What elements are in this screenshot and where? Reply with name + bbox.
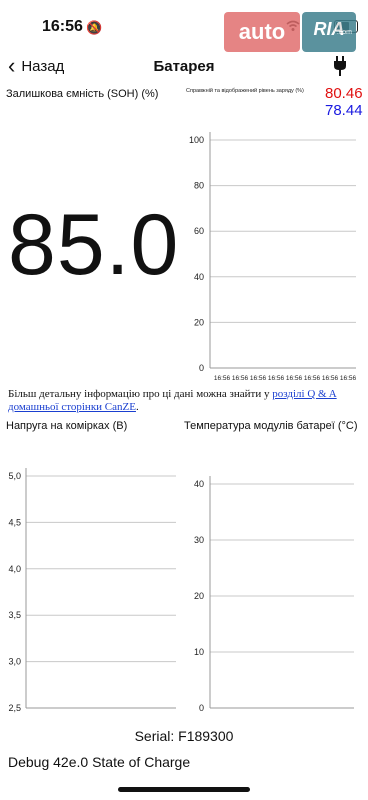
cell-voltage-chart-y-tick-label: 4,5 — [8, 517, 21, 527]
cell-voltage-chart: 2,5 3,0 3,5 4,0 4,5 5,0 — [8, 468, 176, 713]
silent-bell-icon: 🔕 — [86, 20, 103, 35]
charge-chart-x-tick-label: 16:56 — [214, 375, 231, 382]
serial-number: Serial: F189300 — [134, 728, 234, 744]
soh-label: Залишкова ємність (SOH) (%) — [6, 88, 159, 100]
page-title: Батарея — [153, 58, 215, 75]
info-text: Більш детальну інформацію про ці дані мо… — [8, 388, 273, 400]
charge-chart-y-tick-label: 60 — [194, 226, 204, 236]
module-temp-chart-y-tick-label: 30 — [194, 535, 204, 545]
charge-chart-x-tick-label: 16:56 — [304, 375, 321, 382]
displayed-charge-value: 78.44 — [325, 102, 363, 119]
cell-voltage-chart-y-tick-label: 3,0 — [8, 657, 21, 667]
charge-chart-y-tick-label: 40 — [194, 272, 204, 282]
charge-chart-title: Справжній та відображений рівень заряду … — [186, 88, 304, 94]
cell-voltage-chart-y-tick-label: 5,0 — [8, 471, 21, 481]
charge-chart-x-tick-label: 16:56 — [322, 375, 339, 382]
home-indicator[interactable] — [118, 787, 250, 792]
real-charge-value: 80.46 — [325, 85, 363, 102]
info-suffix: . — [135, 401, 139, 413]
module-temp-chart: 0 10 20 30 40 — [194, 476, 354, 713]
charge-chart-x-tick-label: 16:56 — [232, 375, 249, 382]
debug-text: Debug 42e.0 State of Charge — [8, 754, 191, 770]
watermark-auto-logo: auto — [224, 12, 300, 52]
module-temp-chart-y-tick-label: 0 — [199, 703, 204, 713]
cell-voltage-chart-y-tick-label: 2,5 — [8, 703, 21, 713]
charge-chart-y-tick-label: 0 — [199, 363, 204, 373]
charge-chart: 02040608010016:56 16:56 16:56 16:56 16:56 16:… — [189, 132, 357, 382]
info-paragraph: Більш детальну інформацію про ці дані мо… — [8, 388, 348, 414]
charge-chart-x-tick-label: 16:56 — [250, 375, 267, 382]
charge-chart-x-tick-label: 16:56 — [268, 375, 285, 382]
status-time: 16:56 — [42, 18, 83, 35]
module-temp-label: Температура модулів батареї (°C) — [184, 420, 358, 432]
watermark-ria-domain: .com — [336, 29, 352, 36]
charge-chart-y-tick-label: 80 — [194, 181, 204, 191]
charge-chart-x-tick-label: 16:56 — [286, 375, 303, 382]
cell-voltage-chart-y-tick-label: 4,0 — [8, 564, 21, 574]
cell-voltage-chart-y-tick-label: 3,5 — [8, 610, 21, 620]
cell-voltage-label: Напруга на комірках (В) — [6, 420, 128, 432]
charge-chart-y-tick-label: 20 — [194, 317, 204, 327]
module-temp-chart-y-tick-label: 40 — [194, 479, 204, 489]
soh-value: 85.0 — [8, 197, 180, 293]
plug-icon[interactable] — [332, 56, 348, 76]
charge-chart-y-tick-label: 100 — [189, 135, 204, 145]
module-temp-chart-y-tick-label: 20 — [194, 591, 204, 601]
charge-chart-x-tick-label: 16:56 — [340, 375, 357, 382]
watermark-ria-logo: RIA .com — [302, 12, 356, 52]
module-temp-chart-y-tick-label: 10 — [194, 647, 204, 657]
